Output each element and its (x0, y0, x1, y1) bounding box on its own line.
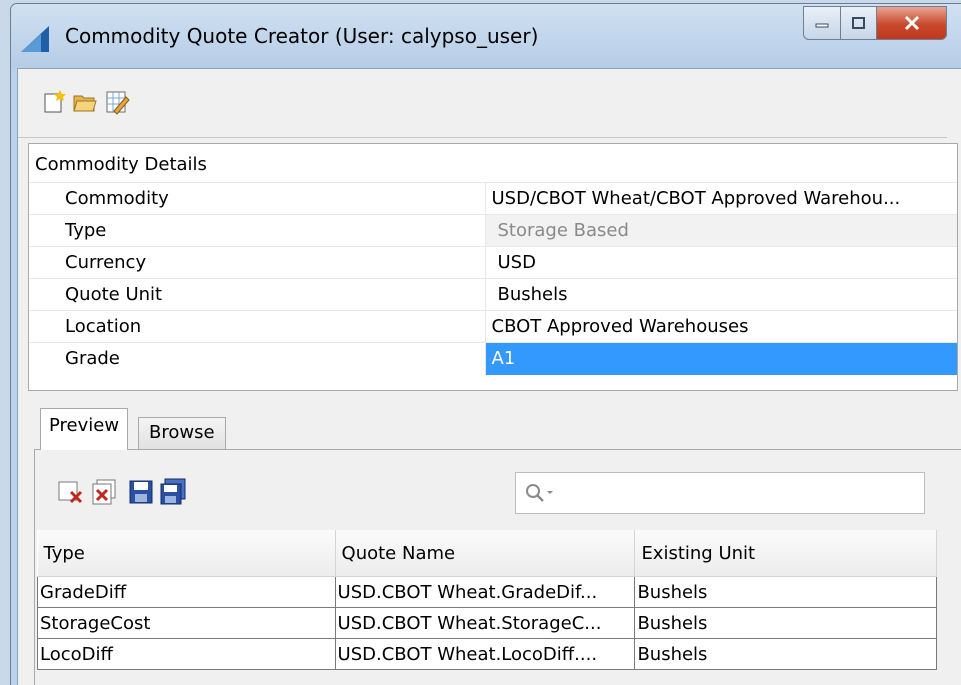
table-header: Type Quote Name Existing Unit (37, 530, 937, 577)
property-label: Grade (29, 342, 486, 375)
tab-browse[interactable]: Browse (138, 417, 226, 451)
preview-panel: Type Quote Name Existing Unit GradeDiff … (34, 449, 961, 685)
table-cell[interactable]: USD.CBOT Wheat.LocoDiff.... (334, 638, 636, 670)
table-cell[interactable]: StorageCost (37, 607, 336, 639)
property-label: Type (29, 214, 486, 247)
table-row[interactable]: LocoDiff USD.CBOT Wheat.LocoDiff.... Bus… (37, 638, 937, 670)
table-cell[interactable]: USD.CBOT Wheat.GradeDif... (334, 576, 636, 608)
property-row: Type Storage Based (29, 214, 957, 247)
table-row[interactable]: GradeDiff USD.CBOT Wheat.GradeDif... Bus… (37, 576, 937, 608)
column-header-existing-unit[interactable]: Existing Unit (634, 530, 937, 577)
table-cell[interactable]: GradeDiff (37, 576, 336, 608)
maximize-button[interactable] (841, 6, 877, 40)
column-header-quote-name[interactable]: Quote Name (335, 530, 636, 577)
property-row[interactable]: Grade A1 (29, 342, 957, 375)
preview-table: Type Quote Name Existing Unit GradeDiff … (37, 530, 937, 670)
currency-value[interactable]: USD (485, 246, 957, 279)
window-title: Commodity Quote Creator (User: calypso_u… (65, 24, 539, 48)
close-button[interactable] (877, 6, 947, 40)
column-header-type[interactable]: Type (37, 530, 336, 577)
minimize-icon (815, 23, 829, 28)
tab-preview[interactable]: Preview (40, 408, 129, 450)
close-icon (904, 15, 919, 31)
save-icon[interactable] (127, 478, 155, 506)
quote-unit-value[interactable]: Bushels (485, 278, 957, 311)
caption-buttons (803, 6, 947, 42)
property-label: Currency (29, 246, 486, 279)
type-value: Storage Based (485, 214, 957, 247)
property-label: Location (29, 310, 486, 343)
table-cell[interactable]: LocoDiff (37, 638, 336, 670)
details-header: Commodity Details (35, 154, 207, 175)
delete-row-icon[interactable] (57, 478, 85, 506)
table-cell[interactable]: USD.CBOT Wheat.StorageC... (334, 607, 636, 639)
property-row[interactable]: Commodity USD/CBOT Wheat/CBOT Approved W… (29, 182, 957, 215)
table-cell[interactable]: Bushels (634, 576, 937, 608)
property-row[interactable]: Currency USD (29, 246, 957, 279)
table-row[interactable]: StorageCost USD.CBOT Wheat.StorageC... B… (37, 607, 937, 639)
table-cell[interactable]: Bushels (634, 638, 937, 670)
commodity-details-panel: Commodity Details Commodity USD/CBOT Whe… (28, 143, 958, 391)
minimize-button[interactable] (803, 6, 841, 40)
open-folder-icon[interactable] (72, 89, 98, 115)
app-window: Commodity Quote Creator (User: calypso_u… (10, 3, 961, 685)
location-value[interactable]: CBOT Approved Warehouses (485, 310, 957, 343)
property-row[interactable]: Quote Unit Bushels (29, 278, 957, 311)
main-content: Commodity Details Commodity USD/CBOT Whe… (17, 68, 961, 685)
grade-value[interactable]: A1 (485, 342, 957, 375)
edit-sheet-icon[interactable] (104, 89, 130, 115)
commodity-value[interactable]: USD/CBOT Wheat/CBOT Approved Warehou... (485, 182, 957, 215)
property-label: Quote Unit (29, 278, 486, 311)
app-logo-icon (21, 26, 49, 52)
table-cell[interactable]: Bushels (634, 607, 937, 639)
property-label: Commodity (29, 182, 486, 215)
main-toolbar (18, 69, 947, 138)
property-row[interactable]: Location CBOT Approved Warehouses (29, 310, 957, 343)
search-input[interactable] (515, 472, 925, 514)
new-document-icon[interactable] (42, 89, 68, 115)
save-all-icon[interactable] (159, 478, 187, 506)
property-grid: Commodity USD/CBOT Wheat/CBOT Approved W… (29, 182, 957, 375)
delete-all-icon[interactable] (91, 478, 119, 506)
restore-icon (851, 17, 865, 29)
search-icon[interactable] (524, 482, 558, 504)
title-bar[interactable]: Commodity Quote Creator (User: calypso_u… (11, 4, 961, 68)
